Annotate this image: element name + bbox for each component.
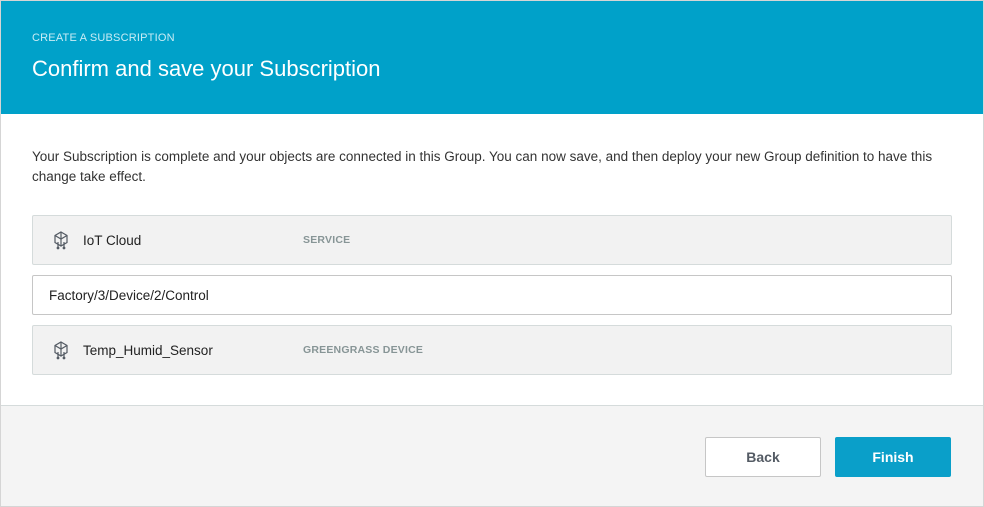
back-button[interactable]: Back <box>705 437 821 477</box>
wizard-step-label: CREATE A SUBSCRIPTION <box>32 32 175 44</box>
finish-button[interactable]: Finish <box>835 437 951 477</box>
confirmation-description: Your Subscription is complete and your o… <box>32 149 933 184</box>
source-type-label: SERVICE <box>303 234 351 246</box>
wizard-header: CREATE A SUBSCRIPTION Confirm and save y… <box>1 1 983 114</box>
target-type-label: GREENGRASS DEVICE <box>303 344 424 356</box>
iot-thing-icon <box>51 340 71 360</box>
subscription-target-row: Temp_Humid_Sensor GREENGRASS DEVICE <box>32 325 952 375</box>
target-name: Temp_Humid_Sensor <box>83 342 213 358</box>
subscription-source-row: IoT Cloud SERVICE <box>32 215 952 265</box>
subscription-wizard-panel: CREATE A SUBSCRIPTION Confirm and save y… <box>0 0 984 507</box>
topic-filter-row: Factory/3/Device/2/Control <box>32 275 952 315</box>
iot-thing-icon <box>51 230 71 250</box>
page-title: Confirm and save your Subscription <box>32 56 381 81</box>
wizard-footer: Back Finish <box>1 405 983 506</box>
topic-filter-value: Factory/3/Device/2/Control <box>49 287 209 303</box>
source-name: IoT Cloud <box>83 232 142 248</box>
